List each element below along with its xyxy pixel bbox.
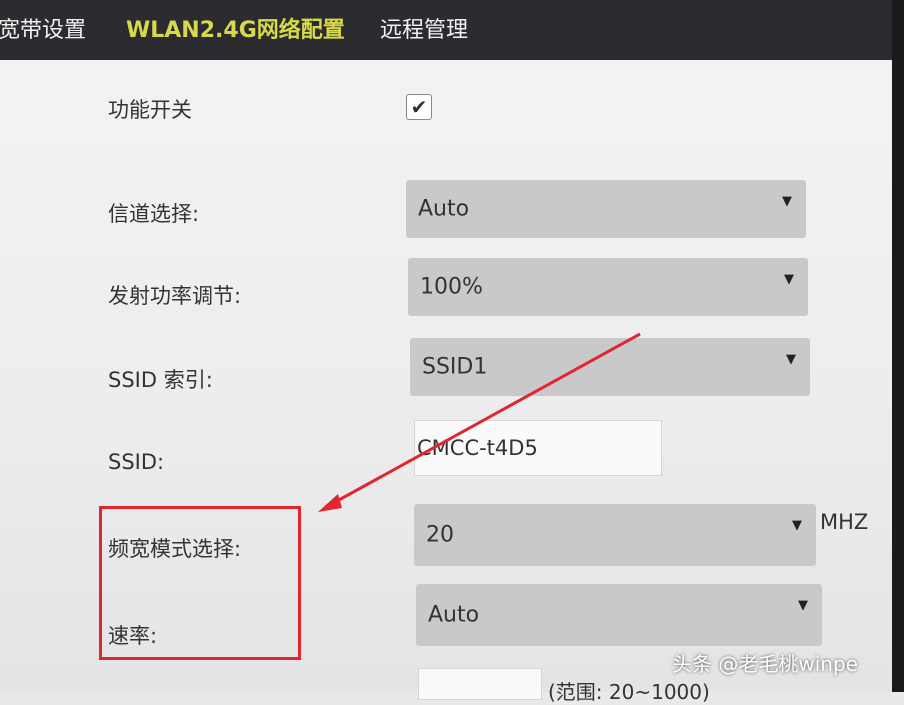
watermark: 头条 @老毛桃winpe [672,652,858,676]
annotation-arrow [318,332,641,512]
